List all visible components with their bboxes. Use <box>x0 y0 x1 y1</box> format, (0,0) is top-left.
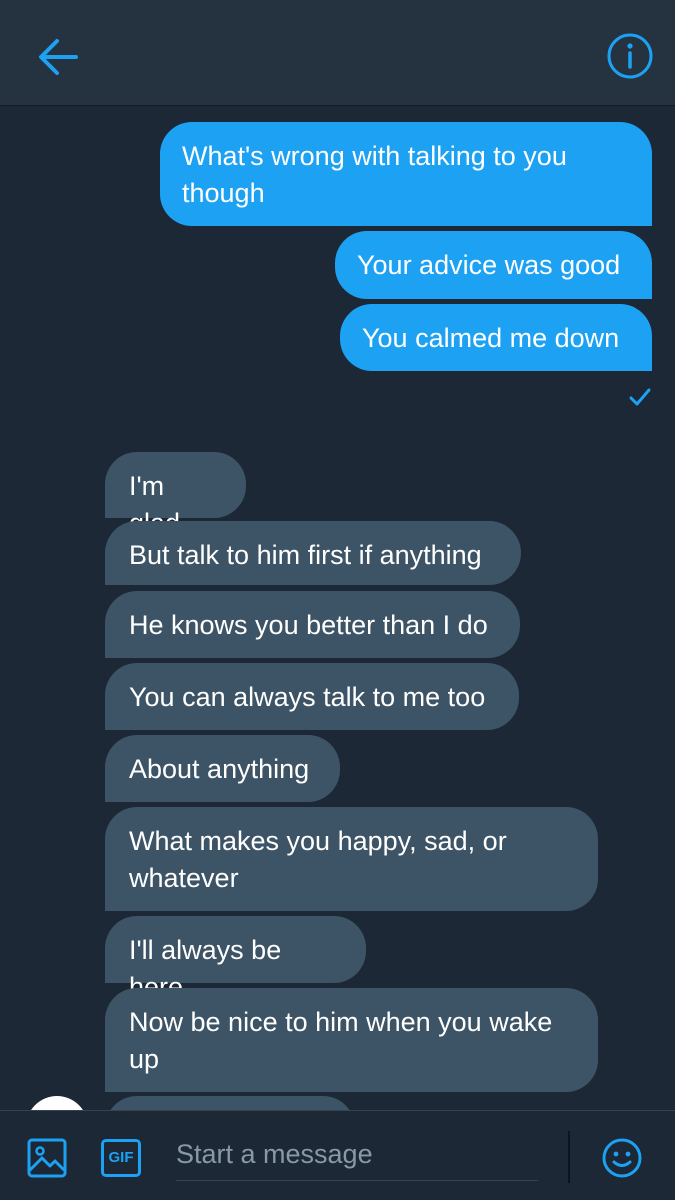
message-composer: GIF <box>0 1110 675 1200</box>
received-message[interactable]: About anything <box>105 735 340 802</box>
avatar[interactable] <box>26 1096 88 1110</box>
gif-button[interactable]: GIF <box>101 1139 141 1177</box>
dm-conversation-screen: What's wrong with talking to you though … <box>0 0 675 1200</box>
received-message[interactable]: But talk to him first if anything <box>105 521 521 585</box>
arrow-left-icon[interactable] <box>30 30 84 84</box>
received-message[interactable]: I'm glad <box>105 452 246 538</box>
received-message-partial[interactable] <box>105 1096 355 1110</box>
message-list[interactable]: What's wrong with talking to you though … <box>0 106 675 1110</box>
info-icon[interactable] <box>604 30 656 82</box>
received-message[interactable]: You can always talk to me too <box>105 663 519 730</box>
conversation-header <box>0 0 675 106</box>
sent-message[interactable]: What's wrong with talking to you though <box>160 122 652 226</box>
sent-message[interactable]: You calmed me down <box>340 304 652 371</box>
received-message[interactable]: He knows you better than I do <box>105 591 520 658</box>
received-message[interactable]: What makes you happy, sad, or whatever <box>105 807 598 911</box>
emoji-icon[interactable] <box>601 1137 643 1179</box>
received-message[interactable]: I'll always be here <box>105 916 366 1002</box>
composer-divider <box>568 1131 570 1183</box>
checkmark-icon <box>629 388 651 406</box>
sent-message[interactable]: Your advice was good <box>335 231 652 299</box>
received-message[interactable]: Now be nice to him when you wake up <box>105 988 598 1092</box>
image-icon[interactable] <box>26 1137 68 1179</box>
message-input[interactable] <box>176 1129 538 1181</box>
